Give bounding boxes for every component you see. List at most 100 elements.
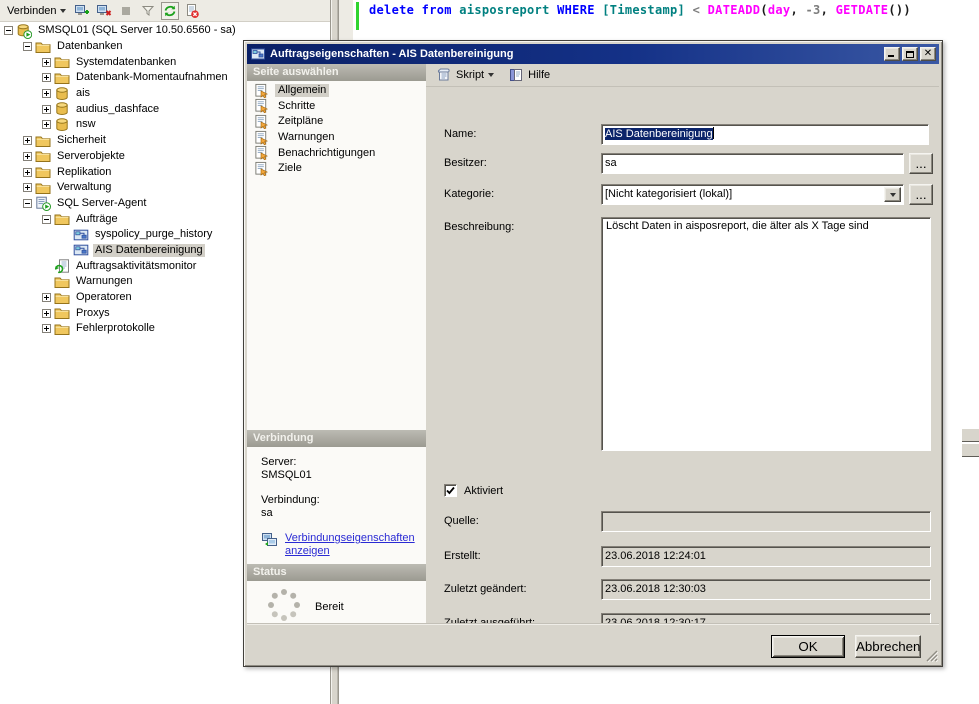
tree-item-label[interactable]: Warnungen bbox=[74, 275, 134, 288]
tree-item-label[interactable]: Proxys bbox=[74, 307, 112, 320]
refresh-icon[interactable] bbox=[161, 2, 179, 20]
expander-minus-icon[interactable] bbox=[23, 199, 32, 208]
enabled-checkbox[interactable] bbox=[444, 484, 457, 497]
tree-item-label[interactable]: Datenbank-Momentaufnahmen bbox=[74, 71, 230, 84]
expander-plus-icon[interactable] bbox=[23, 136, 32, 145]
resize-grip[interactable] bbox=[925, 649, 938, 662]
tree-item-label[interactable]: Verwaltung bbox=[55, 181, 113, 194]
ok-button[interactable]: OK bbox=[771, 635, 845, 658]
expander-plus-icon[interactable] bbox=[42, 324, 51, 333]
expander-plus-icon[interactable] bbox=[42, 293, 51, 302]
tree-item-label[interactable]: Serverobjekte bbox=[55, 150, 127, 163]
close-button[interactable]: ✕ bbox=[920, 47, 936, 61]
expander-plus-icon[interactable] bbox=[23, 168, 32, 177]
cancel-button[interactable]: Abbrechen bbox=[855, 635, 921, 658]
sql-code-line[interactable]: delete from aisposreport WHERE [Timestam… bbox=[369, 3, 911, 17]
connect-menu-label: Verbinden bbox=[7, 5, 57, 17]
expander-plus-icon[interactable] bbox=[42, 120, 51, 129]
maximize-button[interactable] bbox=[902, 47, 918, 61]
expander-plus-icon[interactable] bbox=[42, 73, 51, 82]
category-combobox[interactable]: [Nicht kategorisiert (lokal)] bbox=[601, 184, 904, 205]
tree-item-label[interactable]: AIS Datenbereinigung bbox=[93, 244, 205, 257]
tree-item-label[interactable]: Aufträge bbox=[74, 213, 120, 226]
disconnect-icon[interactable] bbox=[95, 2, 113, 20]
expander-minus-icon[interactable] bbox=[42, 215, 51, 224]
page-item-label[interactable]: Ziele bbox=[275, 162, 305, 175]
expander-minus-icon[interactable] bbox=[4, 26, 13, 35]
page-item[interactable]: Ziele bbox=[247, 161, 426, 177]
tree-item-label[interactable]: Auftragsaktivitätsmonitor bbox=[74, 260, 198, 273]
description-textarea[interactable]: Löscht Daten in aisposreport, die älter … bbox=[601, 217, 931, 451]
expander-plus-icon[interactable] bbox=[23, 183, 32, 192]
owner-field-value: sa bbox=[605, 157, 617, 169]
tree-item-label[interactable]: Datenbanken bbox=[55, 40, 124, 53]
created-label: Erstellt: bbox=[444, 550, 481, 562]
editor-change-tracking-bar bbox=[356, 2, 359, 30]
page-item-label[interactable]: Schritte bbox=[275, 100, 318, 113]
owner-browse-button[interactable]: ... bbox=[909, 153, 933, 174]
expander-minus-icon[interactable] bbox=[23, 42, 32, 51]
script-button[interactable]: Skript bbox=[434, 66, 496, 84]
connection-properties-link[interactable]: Verbindungseigenschaften anzeigen bbox=[285, 532, 421, 558]
expander-plus-icon[interactable] bbox=[42, 58, 51, 67]
owner-field[interactable]: sa bbox=[601, 153, 904, 174]
connect-menu-button[interactable]: Verbinden bbox=[4, 2, 69, 20]
combo-dropdown-button[interactable] bbox=[884, 187, 901, 202]
sql-token: day bbox=[768, 3, 791, 17]
expander-plus-icon[interactable] bbox=[42, 89, 51, 98]
folder-icon bbox=[54, 321, 70, 337]
minimize-button[interactable] bbox=[884, 47, 900, 61]
job-icon bbox=[250, 46, 266, 62]
close-icon: ✕ bbox=[924, 49, 932, 59]
tree-item-label[interactable]: Sicherheit bbox=[55, 134, 108, 147]
page-item[interactable]: Benachrichtigungen bbox=[247, 145, 426, 161]
tree-item-label[interactable]: syspolicy_purge_history bbox=[93, 228, 214, 241]
delete-script-icon[interactable] bbox=[183, 2, 201, 20]
page-item[interactable]: Zeitpläne bbox=[247, 114, 426, 130]
tree-item-label[interactable]: nsw bbox=[74, 118, 98, 131]
created-field-value: 23.06.2018 12:24:01 bbox=[605, 550, 706, 562]
category-browse-button[interactable]: ... bbox=[909, 184, 933, 205]
page-item-label[interactable]: Allgemein bbox=[275, 84, 329, 97]
tree-item-label[interactable]: Operatoren bbox=[74, 291, 134, 304]
expander-plus-icon[interactable] bbox=[42, 105, 51, 114]
enabled-checkbox-row[interactable]: Aktiviert bbox=[444, 484, 503, 497]
modified-field-value: 23.06.2018 12:30:03 bbox=[605, 583, 706, 595]
tree-item-label[interactable]: SMSQL01 (SQL Server 10.50.6560 - sa) bbox=[36, 24, 238, 37]
maximize-icon bbox=[906, 51, 914, 58]
tree-item-label[interactable]: audius_dashface bbox=[74, 103, 161, 116]
page-item-label[interactable]: Zeitpläne bbox=[275, 115, 326, 128]
page-item[interactable]: Warnungen bbox=[247, 130, 426, 146]
filter-icon[interactable] bbox=[139, 2, 157, 20]
sql-token: DATEADD bbox=[708, 3, 761, 17]
folder-icon bbox=[35, 133, 51, 149]
tree-item-label[interactable]: ais bbox=[74, 87, 92, 100]
page-icon bbox=[254, 161, 270, 177]
tree-item[interactable]: SMSQL01 (SQL Server 10.50.6560 - sa) bbox=[0, 23, 330, 39]
page-item[interactable]: Schritte bbox=[247, 99, 426, 115]
tree-item-label[interactable]: SQL Server-Agent bbox=[55, 197, 148, 210]
connect-icon[interactable] bbox=[73, 2, 91, 20]
owner-label: Besitzer: bbox=[444, 157, 487, 169]
page-item-label[interactable]: Benachrichtigungen bbox=[275, 147, 378, 160]
description-label: Beschreibung: bbox=[444, 221, 514, 233]
help-button[interactable]: Hilfe bbox=[506, 66, 552, 84]
expander-plus-icon[interactable] bbox=[42, 309, 51, 318]
page-icon bbox=[254, 83, 270, 99]
source-field bbox=[601, 511, 931, 532]
page-icon bbox=[254, 114, 270, 130]
page-item[interactable]: Allgemein bbox=[247, 83, 426, 99]
background-window-fragment bbox=[962, 428, 979, 459]
tree-item-label[interactable]: Systemdatenbanken bbox=[74, 56, 178, 69]
name-field-selected-text: AIS Datenbereinigung bbox=[605, 128, 713, 140]
name-label: Name: bbox=[444, 128, 476, 140]
dialog-title-bar[interactable]: Auftragseigenschaften - AIS Datenbereini… bbox=[247, 44, 939, 64]
name-field[interactable]: AIS Datenbereinigung bbox=[601, 124, 929, 145]
database-icon bbox=[54, 101, 70, 117]
tree-item-label[interactable]: Fehlerprotokolle bbox=[74, 322, 157, 335]
page-item-label[interactable]: Warnungen bbox=[275, 131, 337, 144]
stop-icon[interactable] bbox=[117, 2, 135, 20]
minimize-icon bbox=[888, 55, 894, 57]
expander-plus-icon[interactable] bbox=[23, 152, 32, 161]
tree-item-label[interactable]: Replikation bbox=[55, 166, 113, 179]
